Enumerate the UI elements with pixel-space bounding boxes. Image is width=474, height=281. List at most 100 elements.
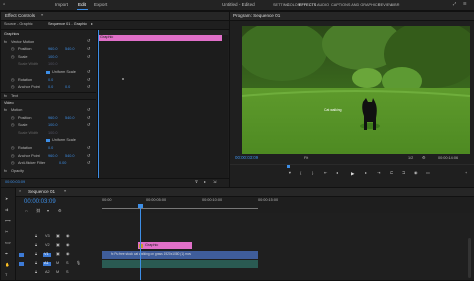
track-mute-icon[interactable]: M: [56, 261, 59, 266]
reset-icon[interactable]: ↺: [87, 47, 90, 52]
play-only-icon[interactable]: ▸: [91, 22, 93, 27]
reset-icon[interactable]: ↺: [87, 161, 90, 166]
resolution-dropdown[interactable]: 1/2: [408, 156, 413, 161]
row-value[interactable]: 100.0: [48, 123, 58, 128]
reset-icon[interactable]: ↺: [87, 116, 90, 121]
tab-captions[interactable]: CAPTIONS AND GRAPHICS: [331, 3, 380, 8]
effect-row-anchor-point[interactable]: ◷ Anchor Point 960.0 540.0: [1, 153, 96, 161]
track-label-v1[interactable]: V1: [44, 252, 49, 257]
mark-in-icon[interactable]: ▼: [288, 171, 292, 176]
effect-row-graphics[interactable]: Graphics: [1, 31, 96, 39]
effect-row-anchor-point[interactable]: ◷ Anchor Point 0.0 0.0: [1, 84, 96, 92]
menu-icon[interactable]: ≡: [41, 13, 43, 18]
menu-icon[interactable]: ≡: [64, 189, 66, 194]
row-value2[interactable]: 0.0: [65, 85, 70, 90]
filter-icon[interactable]: ⊽: [195, 180, 198, 185]
track-eye-icon[interactable]: ◉: [66, 234, 69, 239]
row-value[interactable]: 100.0: [48, 55, 58, 60]
track-eye-icon[interactable]: ◉: [66, 252, 69, 257]
timeline-playhead[interactable]: [140, 204, 141, 280]
mini-graphic-clip[interactable]: Graphic: [98, 35, 222, 41]
tab-audio[interactable]: AUDIO: [317, 3, 329, 8]
track-mute-icon[interactable]: M: [56, 270, 59, 275]
effect-row-opacity[interactable]: fx Opacity: [1, 168, 96, 176]
mini-keyframe[interactable]: [122, 78, 124, 80]
program-scrubber[interactable]: [230, 164, 474, 169]
comparison-icon[interactable]: ▭: [426, 171, 430, 176]
razor-tool-icon[interactable]: ✂: [5, 230, 8, 235]
effect-row-scale-width[interactable]: Scale Width 100.0: [1, 130, 96, 138]
row-value[interactable]: 0.0: [48, 146, 53, 151]
fx-icon[interactable]: fx: [4, 94, 7, 99]
slip-tool-icon[interactable]: ⟺: [5, 241, 10, 246]
extract-icon[interactable]: ⊐: [402, 171, 405, 176]
timeline-timecode[interactable]: 00:00:03:09: [24, 199, 56, 205]
fit-dropdown[interactable]: Fit: [304, 156, 308, 161]
scrubber-playhead[interactable]: [287, 165, 290, 168]
row-value2[interactable]: 540.0: [65, 116, 75, 121]
export-frame-icon[interactable]: ◉: [414, 171, 417, 176]
home-icon[interactable]: ⌂: [3, 2, 5, 7]
effect-row-scale-width[interactable]: Scale Width 100.0: [1, 61, 96, 69]
stopwatch-icon[interactable]: ◷: [11, 123, 14, 128]
stopwatch-icon[interactable]: ◷: [11, 85, 14, 90]
reset-icon[interactable]: ↺: [87, 123, 90, 128]
row-value2[interactable]: 540.0: [65, 47, 75, 52]
row-value[interactable]: 960.0: [48, 116, 58, 121]
source-patch-v1[interactable]: [19, 253, 24, 257]
video-clip[interactable]: fx Pu:free stock cat walking on grass 19…: [102, 251, 258, 259]
effect-row-scale[interactable]: ◷ Scale 100.0: [1, 54, 96, 62]
track-select-tool-icon[interactable]: ⇉: [5, 208, 8, 213]
stopwatch-icon[interactable]: ◷: [11, 55, 14, 60]
stopwatch-icon[interactable]: ◷: [11, 47, 14, 52]
play-icon[interactable]: ▸: [204, 180, 206, 185]
overlay-text[interactable]: Cat walking: [324, 108, 342, 112]
snap-icon[interactable]: ∩: [25, 209, 28, 214]
row-value[interactable]: 960.0: [48, 154, 58, 159]
play-button-icon[interactable]: ▶: [351, 171, 355, 177]
track-eye-icon[interactable]: ◉: [66, 243, 69, 248]
mark-out-icon[interactable]: {: [300, 171, 301, 176]
uniform-scale-checkbox[interactable]: [46, 138, 50, 143]
linked-icon[interactable]: ⛓: [36, 209, 41, 214]
timeline-settings-icon[interactable]: ⚙: [58, 209, 61, 214]
timeline-ruler[interactable]: 00:00 00:00:05:00 00:00:10:00 00:00:15:0…: [102, 197, 474, 213]
reset-icon[interactable]: ↺: [87, 39, 90, 44]
effect-controls-timecode[interactable]: 00:00:03:09: [5, 180, 25, 185]
effect-row-scale[interactable]: ◷ Scale 100.0: [1, 122, 96, 130]
track-label-a1[interactable]: A1: [44, 261, 49, 266]
row-value[interactable]: 0.0: [48, 78, 53, 83]
track-sync-icon[interactable]: ▣: [56, 252, 60, 257]
reset-icon[interactable]: ↺: [87, 78, 90, 83]
stopwatch-icon[interactable]: ◷: [11, 78, 14, 83]
fx-icon[interactable]: fx: [4, 169, 7, 174]
reset-icon[interactable]: ↺: [87, 85, 90, 90]
work-area-bar[interactable]: [102, 208, 258, 210]
track-solo-icon[interactable]: S: [66, 261, 69, 266]
effect-row-vector-motion[interactable]: fx Vector Motion: [1, 39, 96, 47]
reset-icon[interactable]: ↺: [87, 154, 90, 159]
wrench-icon[interactable]: ⚙: [422, 156, 425, 161]
track-mic-icon[interactable]: 🎙︎: [76, 261, 81, 266]
sequence-label[interactable]: Sequence 01 - Graphic: [48, 22, 87, 27]
effect-row-rotation[interactable]: ◷ Rotation 0.0: [1, 77, 96, 85]
track-solo-icon[interactable]: S: [66, 270, 69, 275]
mini-playhead[interactable]: [98, 30, 99, 186]
effect-row-uniform-scale[interactable]: Uniform Scale: [1, 137, 96, 145]
stopwatch-icon[interactable]: ◷: [11, 146, 14, 151]
timeline-scrollbar[interactable]: [468, 238, 471, 278]
track-lock-icon[interactable]: 🔒︎: [35, 243, 37, 248]
reset-icon[interactable]: ↺: [87, 55, 90, 60]
workspaces-icon[interactable]: ☰: [463, 2, 466, 7]
effect-row-anti-flicker[interactable]: ◷ Anti-flicker Filter 0.00: [1, 160, 96, 168]
selection-tool-icon[interactable]: ➤: [5, 197, 8, 202]
ripple-edit-tool-icon[interactable]: ⟷: [5, 219, 10, 224]
track-lock-icon[interactable]: 🔒︎: [35, 270, 37, 275]
graphic-clip[interactable]: Graphic: [138, 242, 192, 249]
tab-libraries[interactable]: LIBR: [391, 3, 399, 8]
stopwatch-icon[interactable]: ◷: [11, 154, 14, 159]
timeline-title[interactable]: Sequence 01: [28, 189, 55, 195]
type-tool-icon[interactable]: T: [5, 273, 7, 278]
effect-row-motion[interactable]: fx Motion: [1, 107, 96, 115]
row-value2[interactable]: 540.0: [65, 154, 75, 159]
